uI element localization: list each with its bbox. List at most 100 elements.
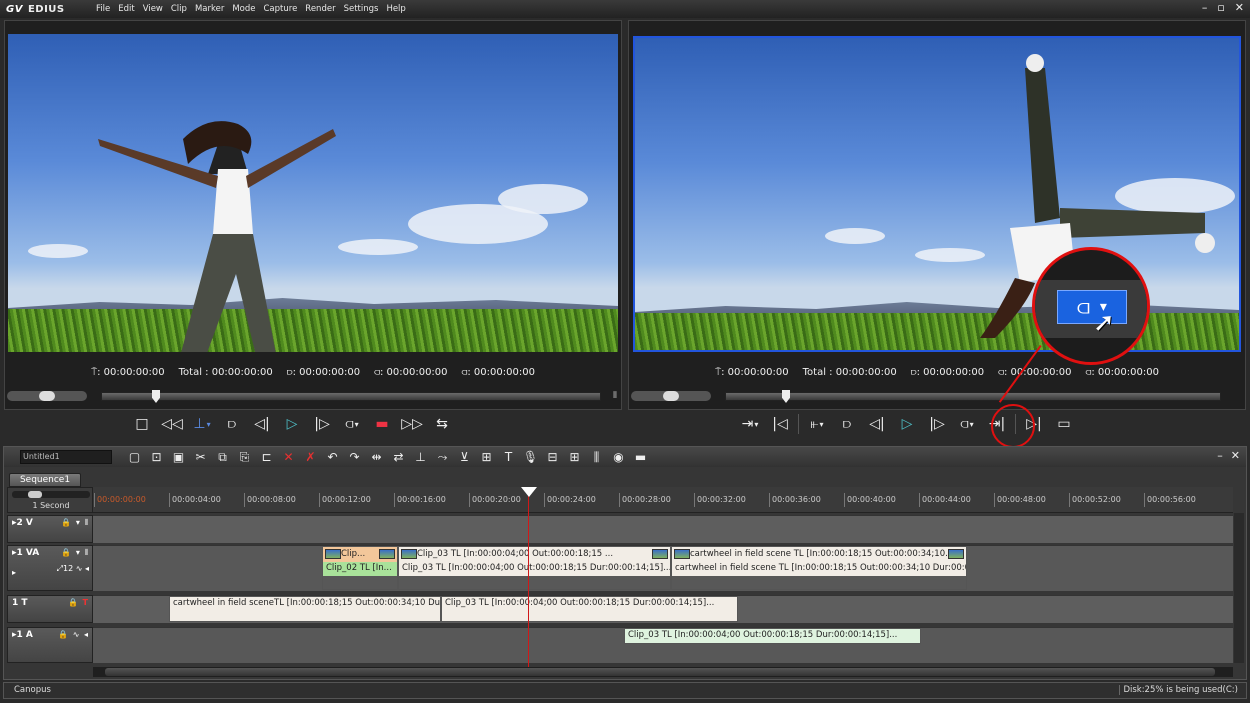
set-out-button[interactable]: ⫏ ▾ <box>955 413 979 435</box>
fast-forward-button[interactable]: ▷▷ <box>400 413 424 435</box>
view-options-icon[interactable]: ▬ <box>632 450 649 465</box>
title-clip-cartwheel[interactable]: cartwheel in field sceneTL [In:00:00:18;… <box>169 596 441 622</box>
timescale-knob[interactable] <box>28 491 42 498</box>
in-point-button[interactable]: ⫐ <box>835 413 859 435</box>
track-lane-1a[interactable]: Clip_03 TL [In:00:00:04;00 Out:00:00:18;… <box>93 627 1233 663</box>
shuttle-knob[interactable] <box>663 391 679 401</box>
delete-icon[interactable]: ✕ <box>280 450 297 465</box>
timescale-label[interactable]: 1 Second <box>10 501 92 510</box>
layout-icon[interactable]: ⊞ <box>478 450 495 465</box>
track-controls[interactable]: 🔒 ∿ ◂ <box>58 630 89 639</box>
insert-to-timeline-button[interactable]: ⊥ ▾ <box>190 413 214 435</box>
position-knob[interactable] <box>152 390 160 403</box>
player-position-bar[interactable] <box>101 390 601 403</box>
playhead-marker[interactable] <box>521 487 537 497</box>
audio-channel-controls[interactable]: ⤢12 ∿ ◂ <box>57 564 89 574</box>
undo-icon[interactable]: ↶ <box>324 450 341 465</box>
track-header-1a[interactable]: ▸1 A 🔒 ∿ ◂ <box>7 627 93 663</box>
track-header-2v[interactable]: ▸2 V 🔒 ▾ ⦀ <box>7 515 93 543</box>
sequence-tab[interactable]: Sequence1 <box>9 473 81 487</box>
track-lane-1t[interactable]: cartwheel in field sceneTL [In:00:00:18;… <box>93 595 1233 623</box>
audio-clip-03[interactable]: Clip_03 TL [In:00:00:04;00 Out:00:00:18;… <box>624 628 921 644</box>
clip-03[interactable]: Clip_03 TL [In:00:00:04;00 Out:00:00:18;… <box>398 546 671 590</box>
track-controls[interactable]: 🔒 ▾ ⦀ <box>61 518 89 528</box>
playhead-line[interactable] <box>528 487 529 667</box>
out-point-button-zoomed[interactable]: ⫏ ▾ <box>1057 290 1127 324</box>
track-header-1t[interactable]: 1 T 🔒 T <box>7 595 93 623</box>
menu-edit[interactable]: Edit <box>114 4 138 14</box>
timeline-horizontal-scrollbar[interactable] <box>93 667 1233 677</box>
menu-settings[interactable]: Settings <box>340 4 383 14</box>
stop-button[interactable]: □ <box>130 413 154 435</box>
overwrite-button[interactable]: ▬ <box>370 413 394 435</box>
time-ruler[interactable]: 00:00:00:00 00:00:04:00 00:00:08:00 00:0… <box>93 487 1233 513</box>
clip-02[interactable]: Clip... Clip_02 TL [In... <box>322 546 398 590</box>
menu-view[interactable]: View <box>139 4 167 14</box>
match-frame-button[interactable]: ⇥ ▾ <box>738 413 762 435</box>
step-forward-button[interactable]: |▷ <box>310 413 334 435</box>
insert-mode-icon[interactable]: ⊥ <box>412 450 429 465</box>
project-name-field[interactable]: Untitled1 <box>20 450 112 464</box>
recorder-shuttle[interactable] <box>631 391 711 401</box>
timeline-tracks[interactable]: 00:00:00:00 00:00:04:00 00:00:08:00 00:0… <box>93 487 1233 667</box>
step-forward-button[interactable]: |▷ <box>925 413 949 435</box>
ripple-delete-icon[interactable]: ✗ <box>302 450 319 465</box>
copy-icon[interactable]: ⧉ <box>214 450 231 465</box>
set-in-button[interactable]: ⫦ ▾ <box>805 413 829 435</box>
close-icon[interactable]: ✕ <box>1231 449 1240 462</box>
close-icon[interactable]: ✕ <box>1235 1 1244 14</box>
menu-marker[interactable]: Marker <box>191 4 228 14</box>
title-clip-03[interactable]: Clip_03 TL [In:00:00:04;00 Out:00:00:18;… <box>441 596 738 622</box>
clip-cartwheel[interactable]: cartwheel in field scene TL [In:00:00:18… <box>671 546 967 590</box>
menu-mode[interactable]: Mode <box>228 4 259 14</box>
play-button[interactable]: ▷ <box>895 413 919 435</box>
expand-arrow-icon[interactable]: ▸ <box>12 568 16 577</box>
set-out-button[interactable]: ⫏ ▾ <box>340 413 364 435</box>
track-controls[interactable]: 🔒 ▾ ⦀ <box>61 548 89 558</box>
menu-render[interactable]: Render <box>301 4 339 14</box>
maximize-icon[interactable]: ▫ <box>1217 1 1224 14</box>
snap-icon[interactable]: ⊻ <box>456 450 473 465</box>
play-button[interactable]: ▷ <box>280 413 304 435</box>
track-lane-2v[interactable] <box>93 515 1233 543</box>
replace-icon[interactable]: ⊏ <box>258 450 275 465</box>
scrollbar-thumb[interactable] <box>105 668 1215 676</box>
track-header-1va[interactable]: ▸1 VA 🔒 ▾ ⦀ ⤢12 ∿ ◂ ▸ <box>7 545 93 591</box>
track-controls[interactable]: 🔒 T <box>68 598 89 607</box>
player-shuttle[interactable] <box>7 391 87 401</box>
menu-file[interactable]: File <box>92 4 114 14</box>
timeline-vertical-scrollbar[interactable] <box>1234 513 1244 663</box>
render-icon[interactable]: ⊟ <box>544 450 561 465</box>
minimize-icon[interactable]: – <box>1217 449 1223 462</box>
save-icon[interactable]: ▣ <box>170 450 187 465</box>
previous-edit-button[interactable]: |◁ <box>768 413 792 435</box>
minimize-icon[interactable]: – <box>1202 1 1208 14</box>
fullscreen-preview-button[interactable]: ▭ <box>1052 413 1076 435</box>
rewind-button[interactable]: ◁◁ <box>160 413 184 435</box>
step-back-button[interactable]: ◁| <box>250 413 274 435</box>
player-video-frame[interactable] <box>8 34 618 352</box>
color-correction-icon[interactable]: ◉ <box>610 450 627 465</box>
redo-icon[interactable]: ↷ <box>346 450 363 465</box>
menu-clip[interactable]: Clip <box>167 4 191 14</box>
new-sequence-icon[interactable]: ▢ <box>126 450 143 465</box>
cut-icon[interactable]: ✂ <box>192 450 209 465</box>
audio-mixer-icon[interactable]: ⫼ <box>588 450 605 465</box>
title-icon[interactable]: T <box>500 450 517 465</box>
ripple-mode-icon[interactable]: ⤳ <box>434 450 451 465</box>
audio-meter-icon[interactable]: ⦀ <box>613 391 617 401</box>
shuttle-knob[interactable] <box>39 391 55 401</box>
recorder-position-bar[interactable] <box>725 390 1221 403</box>
split-icon[interactable]: ⇹ <box>368 450 385 465</box>
paste-icon[interactable]: ⎘ <box>236 450 253 465</box>
loop-button[interactable]: ⇆ <box>430 413 454 435</box>
step-back-button[interactable]: ◁| <box>865 413 889 435</box>
position-knob[interactable] <box>782 390 790 403</box>
voiceover-icon[interactable]: 🎙 <box>522 450 539 465</box>
timescale-slider[interactable] <box>12 491 90 498</box>
menu-help[interactable]: Help <box>382 4 409 14</box>
open-project-icon[interactable]: ⊡ <box>148 450 165 465</box>
track-lane-1va[interactable]: Clip... Clip_02 TL [In... Clip_03 TL [In… <box>93 545 1233 591</box>
multicam-icon[interactable]: ⊞ <box>566 450 583 465</box>
menu-capture[interactable]: Capture <box>260 4 302 14</box>
